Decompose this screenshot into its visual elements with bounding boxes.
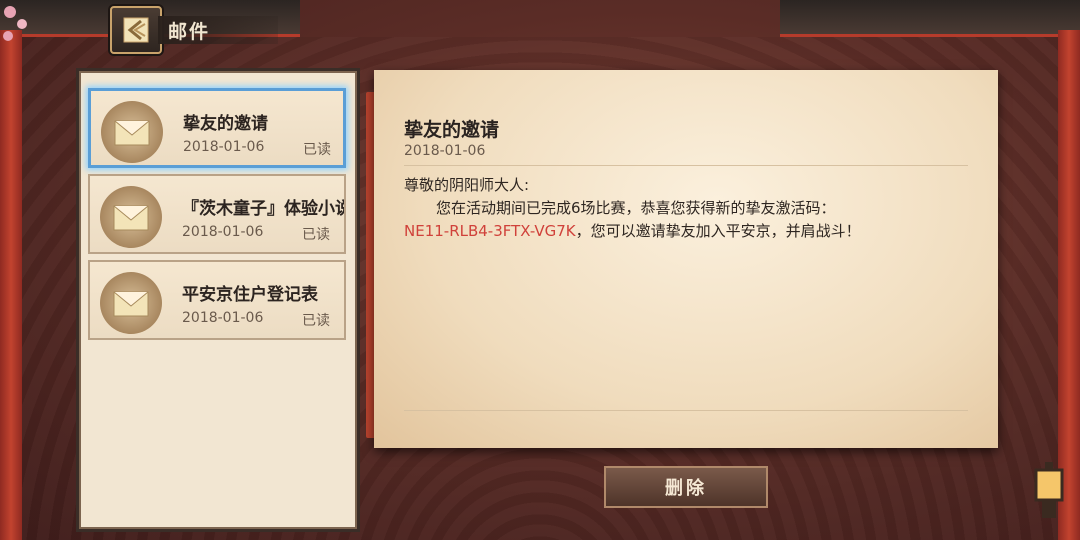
mail-date: 2018-01-06 [183,139,265,155]
mail-title: 平安京住户登记表 [182,285,318,305]
envelope-icon [101,101,163,163]
letter-text-before-code: 您在活动期间已完成6场比赛，恭喜您获得新的挚友激活码： [436,199,836,217]
mail-list-panel: 挚友的邀请 2018-01-06 已读 『茨木童子』体验小说 2018-01-0… [76,68,360,532]
letter-text-after-code: ，您可以邀请挚友加入平安京，并肩战斗！ [575,222,861,240]
mail-item[interactable]: 『茨木童子』体验小说 2018-01-06 已读 [88,174,346,254]
divider [404,165,968,166]
roof-right-decoration [780,0,1080,37]
mail-date: 2018-01-06 [182,224,264,240]
envelope-icon [100,186,162,248]
delete-button[interactable]: 删除 [604,466,768,508]
pillar-left-decoration [0,30,22,540]
mail-item[interactable]: 挚友的邀请 2018-01-06 已读 [88,88,346,168]
lantern-icon [1034,462,1064,518]
cherry-blossom-icon [3,6,27,41]
mail-content-panel: 挚友的邀请 2018-01-06 尊敬的阴阳师大人: 您在活动期间已完成6场比赛… [374,70,998,448]
letter-date: 2018-01-06 [404,143,486,159]
letter-code-line: NE11-RLB4-3FTX-VG7K，您可以邀请挚友加入平安京，并肩战斗！ [404,220,924,243]
letter-body: 尊敬的阴阳师大人: 您在活动期间已完成6场比赛，恭喜您获得新的挚友激活码： NE… [404,174,924,243]
envelope-icon [100,272,162,334]
mail-title: 挚友的邀请 [183,114,268,134]
title-plate: 邮件 [158,16,278,44]
mail-read-status: 已读 [302,313,330,329]
mail-date: 2018-01-06 [182,310,264,326]
back-arrow-icon [123,17,149,43]
mail-item[interactable]: 平安京住户登记表 2018-01-06 已读 [88,260,346,340]
letter-text: 您在活动期间已完成6场比赛，恭喜您获得新的挚友激活码： [404,197,924,220]
letter-greeting: 尊敬的阴阳师大人: [404,176,530,194]
page-title: 邮件 [168,20,211,43]
letter-title: 挚友的邀请 [404,119,500,141]
mail-title: 『茨木童子』体验小说 [182,199,346,219]
activation-code[interactable]: NE11-RLB4-3FTX-VG7K [404,222,576,240]
divider [404,410,968,411]
back-button[interactable] [110,6,162,54]
mail-read-status: 已读 [303,142,331,158]
mail-read-status: 已读 [302,227,330,243]
